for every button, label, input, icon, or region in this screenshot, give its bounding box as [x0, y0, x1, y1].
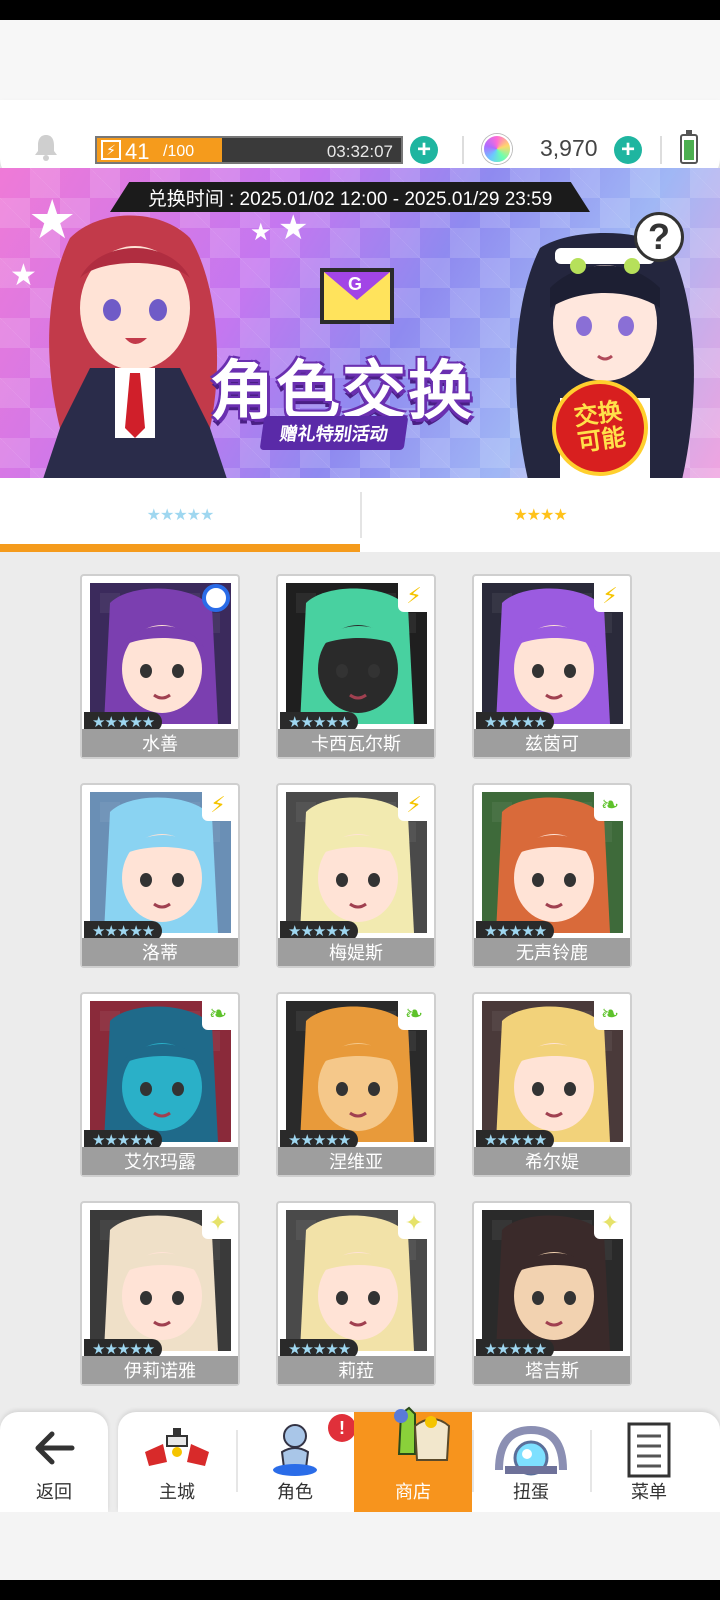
character-name: 无声铃鹿: [474, 938, 630, 966]
rarity-tabs: ★★★★★ ★★★★: [0, 478, 720, 552]
electric-attribute-icon: ⚡: [398, 580, 430, 612]
water-attribute-icon: [202, 584, 230, 612]
character-card[interactable]: ❧ ★★★★★ 艾尔玛露: [80, 992, 240, 1177]
arrow-left-icon: [35, 1431, 75, 1465]
light-attribute-icon: ✦: [202, 1207, 234, 1239]
tab-active-indicator: [0, 544, 360, 552]
tab-five-star[interactable]: ★★★★★: [0, 478, 360, 552]
bell-icon[interactable]: [32, 132, 60, 162]
add-stamina-button[interactable]: +: [410, 136, 438, 164]
bottom-area: [0, 1512, 720, 1580]
character-card[interactable]: ❧ ★★★★★ 无声铃鹿: [472, 783, 632, 968]
stamina-current: 41: [125, 139, 150, 164]
character-name: 卡西瓦尔斯: [278, 729, 434, 757]
character-card[interactable]: ⚡ ★★★★★ 梅媞斯: [276, 783, 436, 968]
tab-label: ★★★★: [513, 507, 567, 524]
character-card[interactable]: ⚡ ★★★★★ 洛蒂: [80, 783, 240, 968]
banner-subtitle: 赠礼特别活动: [259, 416, 409, 450]
electric-attribute-icon: ⚡: [594, 580, 626, 612]
character-name: 洛蒂: [82, 938, 238, 966]
alert-badge: !: [328, 1414, 356, 1442]
nav-label: 菜单: [631, 1482, 667, 1502]
lightning-icon: ⚡: [101, 140, 121, 160]
electric-attribute-icon: ⚡: [202, 789, 234, 821]
nav-label: 角色: [277, 1482, 313, 1502]
tab-label: ★★★★★: [146, 507, 215, 524]
light-attribute-icon: ✦: [398, 1207, 430, 1239]
nature-attribute-icon: ❧: [398, 998, 430, 1030]
character-name: 水善: [82, 729, 238, 757]
nav-character[interactable]: ! 角色: [236, 1412, 356, 1512]
star-decoration: ★: [250, 219, 272, 246]
character-name: 梅媞斯: [278, 938, 434, 966]
rainbow-gem-icon: [482, 134, 512, 164]
status-area: [0, 20, 720, 100]
main-nav-bar: 主城 ! 角色 商店 扭蛋 菜单: [118, 1406, 720, 1512]
nav-town[interactable]: 主城: [118, 1412, 236, 1512]
character-card[interactable]: ⚡ ★★★★★ 卡西瓦尔斯: [276, 574, 436, 759]
light-attribute-icon: ✦: [594, 1207, 626, 1239]
back-button[interactable]: 返回: [0, 1412, 108, 1512]
help-button[interactable]: ?: [634, 212, 684, 262]
star-decoration: ★: [278, 209, 309, 247]
character-icon: [273, 1424, 317, 1476]
nav-label: 扭蛋: [513, 1482, 549, 1502]
character-card[interactable]: ✦ ★★★★★ 伊莉诺雅: [80, 1201, 240, 1386]
battery-icon: [680, 130, 698, 164]
nav-menu[interactable]: 菜单: [590, 1412, 708, 1512]
character-grid: ★★★★★ 水善 ⚡ ★★★★★ 卡西瓦尔斯 ⚡ ★★★★★ 兹茵可 ⚡ ★★★★★ 洛蒂 ⚡ ★★★★…: [0, 552, 720, 1412]
character-card[interactable]: ❧ ★★★★★ 希尔媞: [472, 992, 632, 1177]
envelope-icon: G: [320, 268, 394, 324]
nav-label: 主城: [159, 1482, 195, 1502]
character-card[interactable]: ★★★★★ 水善: [80, 574, 240, 759]
envelope-letter: G: [348, 274, 363, 294]
character-name: 塔吉斯: [474, 1356, 630, 1384]
character-card[interactable]: ✦ ★★★★★ 莉菈: [276, 1201, 436, 1386]
town-icon: [145, 1428, 209, 1466]
stamina-bar: ⚡ 41 /100 03:32:07: [95, 136, 403, 164]
shop-icon: [394, 1406, 451, 1461]
nature-attribute-icon: ❧: [594, 789, 626, 821]
nature-attribute-icon: ❧: [594, 998, 626, 1030]
character-name: 艾尔玛露: [82, 1147, 238, 1175]
back-label: 返回: [36, 1482, 72, 1502]
character-card[interactable]: ⚡ ★★★★★ 兹茵可: [472, 574, 632, 759]
character-name: 希尔媞: [474, 1147, 630, 1175]
divider: [660, 136, 662, 164]
nav-label: 商店: [395, 1482, 431, 1502]
character-name: 莉菈: [278, 1356, 434, 1384]
gacha-icon: [495, 1425, 567, 1476]
gem-count: 3,970: [540, 135, 598, 161]
add-gem-button[interactable]: +: [614, 136, 642, 164]
character-card[interactable]: ❧ ★★★★★ 涅维亚: [276, 992, 436, 1177]
tab-four-star[interactable]: ★★★★: [360, 478, 720, 552]
menu-icon: [627, 1422, 671, 1478]
exchange-period: 兑换时间 : 2025.01/02 12:00 - 2025.01/29 23:…: [110, 182, 590, 212]
bottom-navigation: 返回 主城 ! 角色 商店 扭蛋 菜单: [0, 1406, 720, 1512]
character-card[interactable]: ✦ ★★★★★ 塔吉斯: [472, 1201, 632, 1386]
nature-attribute-icon: ❧: [202, 998, 234, 1030]
stamina-timer: 03:32:07: [326, 142, 393, 161]
character-illustration-left: [43, 215, 227, 478]
nav-gacha[interactable]: 扭蛋: [472, 1412, 590, 1512]
event-banner: ★ ★ ★ ★ 兑换时间 : 2025.01/02 12:00 - 2025.0…: [0, 168, 720, 478]
character-name: 涅维亚: [278, 1147, 434, 1175]
app-root: ⚡ 41 /100 03:32:07 + 3,970 + ★ ★ ★ ★ 兑换时…: [0, 20, 720, 1580]
nav-shop[interactable]: 商店: [354, 1406, 472, 1512]
character-name: 兹茵可: [474, 729, 630, 757]
divider: [462, 136, 464, 164]
electric-attribute-icon: ⚡: [398, 789, 430, 821]
character-name: 伊莉诺雅: [82, 1356, 238, 1384]
stamina-max: /100: [163, 143, 195, 160]
